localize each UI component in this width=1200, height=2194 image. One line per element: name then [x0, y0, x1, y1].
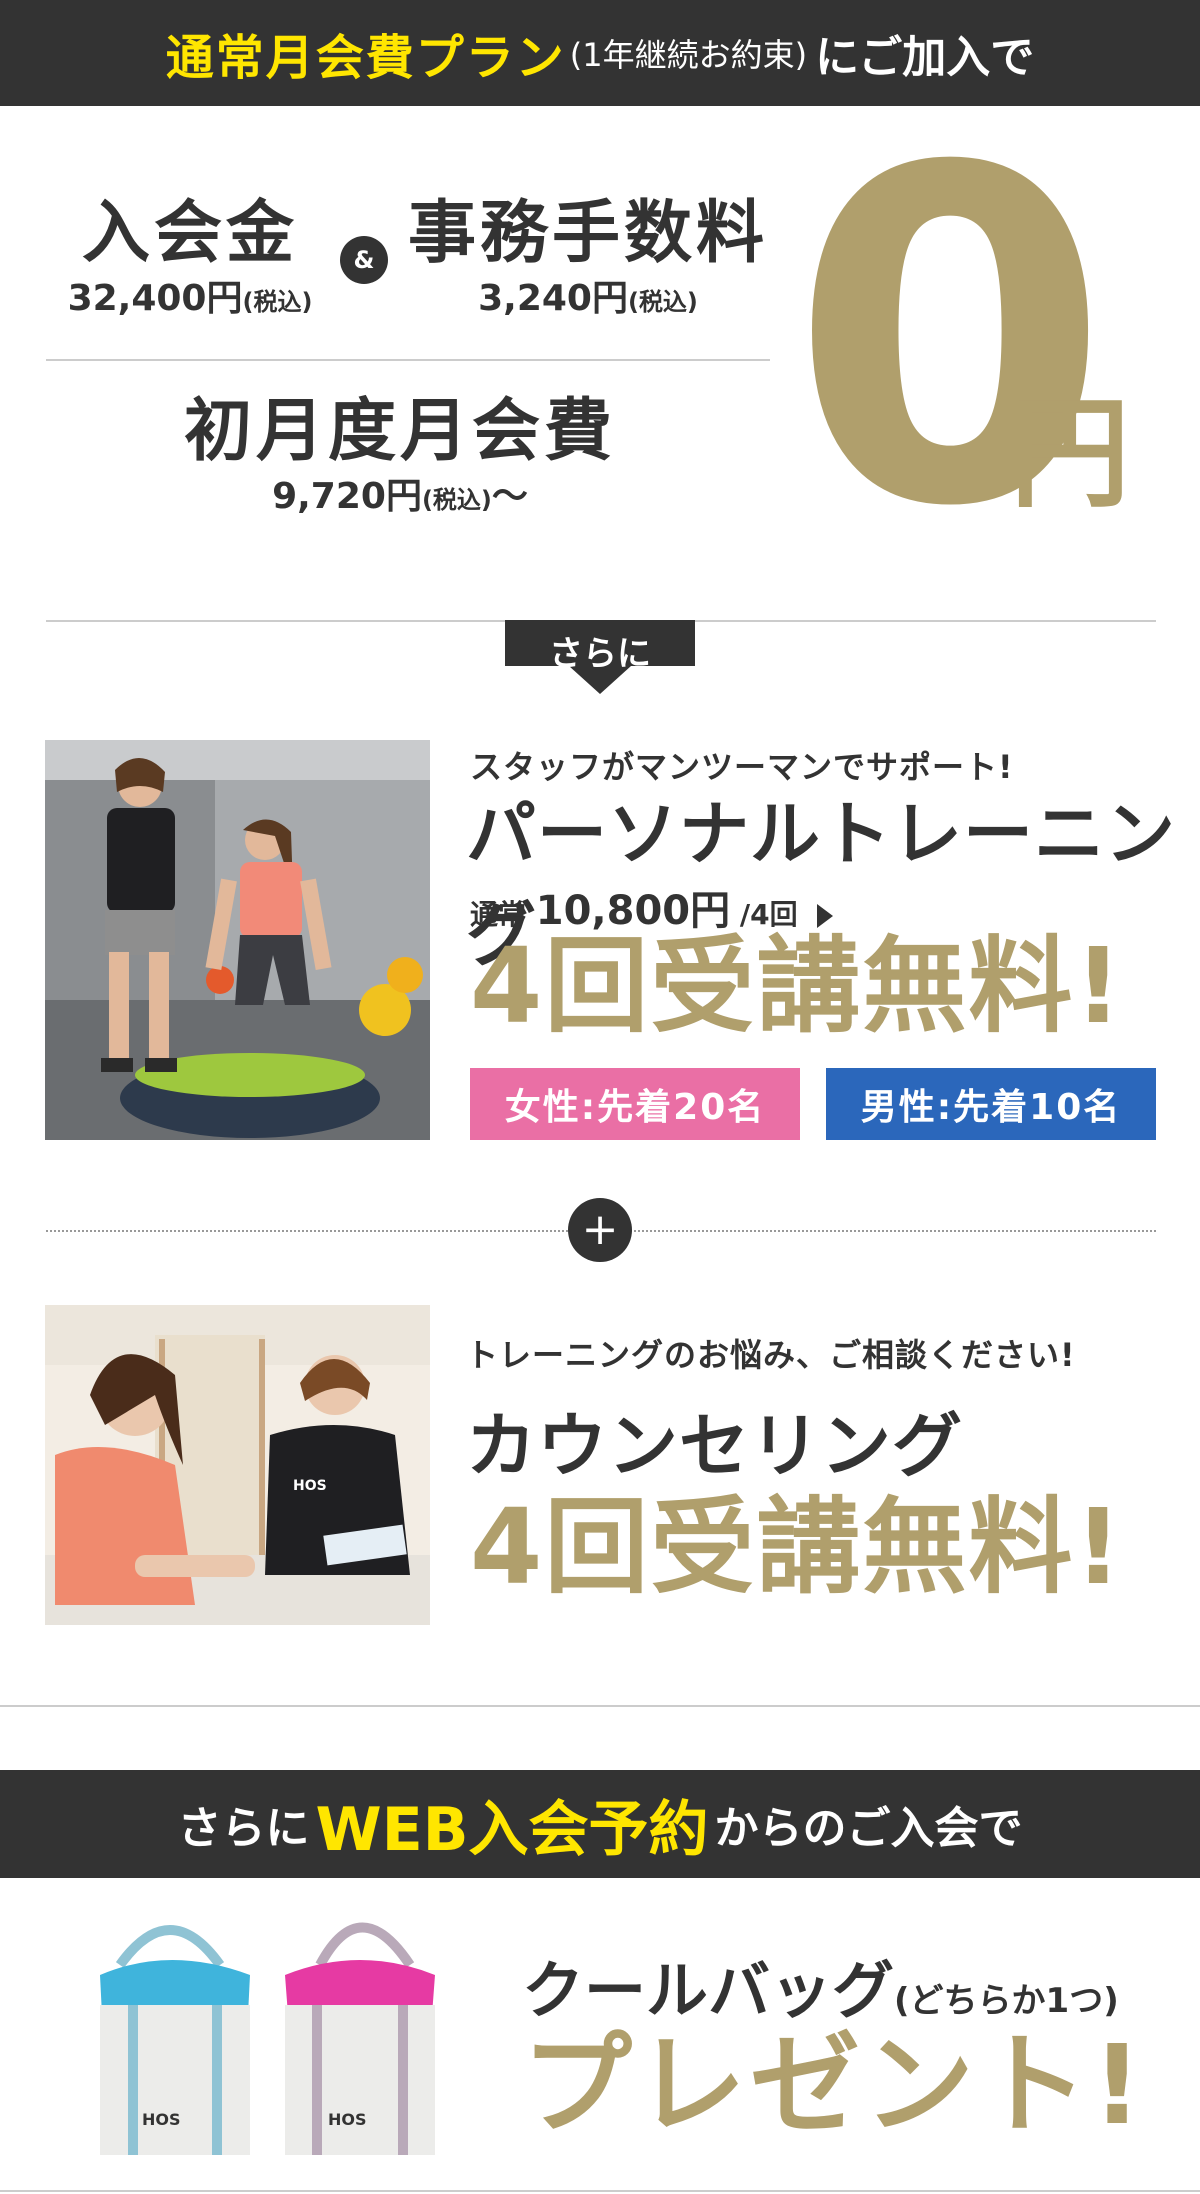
cool-bags-photo: HOS HOS [80, 1905, 470, 2175]
admin-fee-name: 事務手数料 [408, 194, 769, 273]
men-badge: 男性:先着10名 [826, 1068, 1156, 1140]
counseling-catch: トレーニングのお悩み、ご相談ください! [466, 1336, 1076, 1374]
entry-fee-name: 入会金 [81, 194, 298, 273]
counseling-free: 4回受講無料! [470, 1486, 1124, 1608]
women-badge: 女性:先着20名 [470, 1068, 800, 1140]
fee-divider [46, 359, 770, 361]
plus-icon: + [568, 1198, 632, 1262]
personal-free: 4回受講無料! [470, 925, 1124, 1047]
counseling-title: カウンセリング [466, 1405, 963, 1487]
bottom-divider [0, 2190, 1200, 2192]
plan-note: (1年継続お約束) [569, 36, 808, 74]
bag-note: (どちらか1つ) [894, 1981, 1119, 2021]
present-text: プレゼント! [522, 2021, 1147, 2149]
entry-fee-price: 32,400円(税込) [67, 278, 313, 320]
personal-training-photo [45, 740, 430, 1140]
web-highlight: WEB入会予約 [315, 1794, 709, 1865]
bag-title: クールバッグ(どちらか1つ) [522, 1940, 1119, 2030]
svg-text:HOS: HOS [293, 1478, 327, 1494]
admin-fee-price: 3,240円(税込) [478, 278, 698, 320]
web-banner: さらに WEB入会予約 からのご入会で [0, 1770, 1200, 1878]
svg-text:HOS: HOS [142, 2110, 181, 2129]
svg-text:HOS: HOS [328, 2110, 367, 2129]
entry-fee: 入会金 32,400円(税込) [50, 198, 330, 321]
web-post: からのご入会で [714, 1803, 1023, 1854]
plan-name: 通常月会費プラン [165, 30, 566, 86]
bag-name: クールバッグ [522, 1954, 895, 2027]
section-divider-2 [0, 1705, 1200, 1707]
sarani-label: さらに [549, 634, 651, 674]
admin-fee: 事務手数料 3,240円(税込) [408, 198, 768, 321]
first-month-fee: 初月度月会費 9,720円(税込)〜 [160, 396, 640, 519]
first-month-fee-price: 9,720円(税込)〜 [272, 476, 528, 518]
first-month-fee-name: 初月度月会費 [183, 392, 616, 471]
counseling-photo: HOS [45, 1305, 430, 1625]
ampersand-icon: & [340, 236, 388, 284]
web-pre: さらに [177, 1803, 310, 1854]
zero-yen-unit: 円 [1010, 385, 1130, 524]
